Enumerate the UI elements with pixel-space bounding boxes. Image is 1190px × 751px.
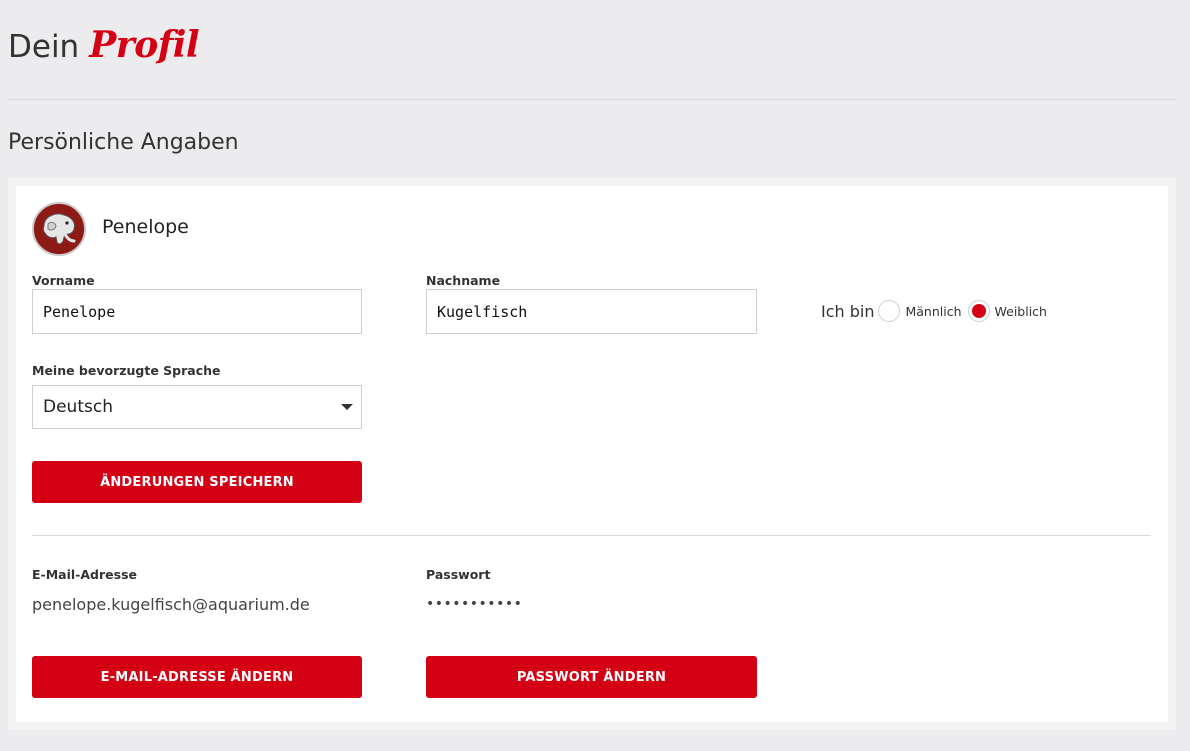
last-name-field[interactable] [426, 289, 757, 334]
language-label: Meine bevorzugte Sprache [32, 363, 221, 378]
profile-page: Dein Profil Persönliche Angaben Penelope… [0, 0, 1190, 751]
gender-option-female-label[interactable]: Weiblich [995, 304, 1047, 319]
first-name-field[interactable] [32, 289, 362, 334]
personal-info-card: Penelope Vorname Nachname Ich bin Männli… [16, 186, 1168, 722]
title-divider [8, 99, 1176, 100]
page-title-accent: Profil [89, 24, 200, 66]
section-heading: Persönliche Angaben [8, 130, 239, 155]
language-select-value: Deutsch [43, 397, 113, 417]
page-title-plain: Dein [8, 29, 80, 65]
gender-label: Ich bin [821, 301, 875, 321]
profile-display-name: Penelope [102, 216, 189, 238]
gender-radio-female[interactable] [967, 300, 990, 322]
chevron-down-icon [341, 404, 353, 410]
gender-radio-male[interactable] [878, 300, 901, 322]
change-password-button[interactable]: PASSWORT ÄNDERN [426, 656, 757, 698]
section-divider [32, 535, 1151, 536]
change-email-button[interactable]: E-MAIL-ADRESSE ÄNDERN [32, 656, 362, 698]
email-value: penelope.kugelfisch@aquarium.de [32, 595, 310, 614]
email-label: E-Mail-Adresse [32, 567, 137, 582]
last-name-label: Nachname [426, 273, 501, 288]
save-changes-button[interactable]: ÄNDERUNGEN SPEICHERN [32, 461, 362, 503]
language-select[interactable]: Deutsch [32, 385, 362, 429]
password-value: ••••••••••• [426, 596, 523, 612]
gender-selector: Ich bin Männlich Weiblich [821, 298, 1053, 324]
first-name-label: Vorname [32, 273, 95, 288]
gender-option-male-label[interactable]: Männlich [905, 304, 961, 319]
password-label: Passwort [426, 567, 491, 582]
radio-selected-dot [971, 304, 986, 318]
elephant-avatar-icon[interactable] [32, 202, 86, 256]
page-title: Dein Profil [8, 24, 200, 72]
